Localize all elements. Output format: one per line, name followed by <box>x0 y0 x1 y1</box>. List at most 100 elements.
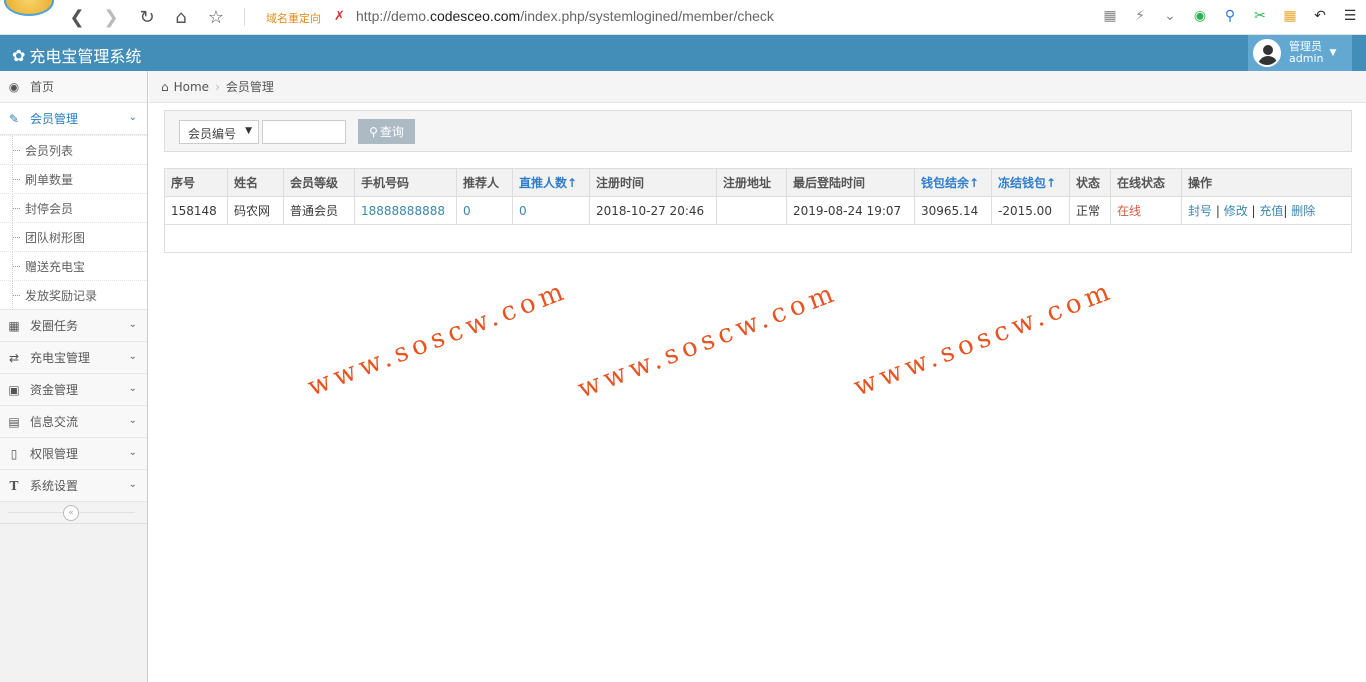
edit-icon: ✎ <box>8 111 20 126</box>
chevron-down-icon: ⌄ <box>128 479 137 490</box>
app-brand[interactable]: ✿ 充电宝管理系统 <box>12 43 141 67</box>
user-name: admin <box>1289 52 1324 65</box>
address-bar[interactable]: http://demo.codesceo.com/index.php/syste… <box>356 8 774 24</box>
table-row-empty <box>164 224 1352 253</box>
qr-icon[interactable]: ▦ <box>1100 6 1120 26</box>
shuffle-icon: ⇄ <box>8 350 20 365</box>
sidebar-item-label: 会员管理 <box>30 112 79 126</box>
forward-icon[interactable]: ❯ <box>100 6 122 28</box>
chevron-down-icon: ⌄ <box>128 319 137 330</box>
col-last-login: 最后登陆时间 <box>786 168 915 197</box>
calendar-icon: ▣ <box>8 382 20 397</box>
chevron-down-icon: ⌄ <box>128 112 137 123</box>
search-field-select[interactable]: 会员编号 ▼ <box>179 120 259 144</box>
redirect-label: 域名重定向 <box>266 12 321 25</box>
breadcrumb-home[interactable]: Home <box>174 80 209 94</box>
dashboard-icon: ◉ <box>8 79 20 94</box>
breadcrumb-current: 会员管理 <box>225 80 274 94</box>
sidebar-item-permissions[interactable]: ▯ 权限管理 ⌄ <box>0 438 147 470</box>
apps-icon[interactable]: ▦ <box>1280 6 1300 26</box>
col-direct-count[interactable]: 直推人数↑ <box>512 168 590 197</box>
url-prefix: http://demo. <box>356 8 430 24</box>
translate-icon[interactable]: ◉ <box>1190 6 1210 26</box>
collapse-icon[interactable]: « <box>63 505 79 521</box>
col-frozen[interactable]: 冻结钱包↑ <box>991 168 1070 197</box>
list-icon: ▤ <box>8 414 20 429</box>
query-button[interactable]: ⚲ 查询 <box>358 119 415 144</box>
chevron-down-icon: ⌄ <box>128 351 137 362</box>
sidebar-item-powerbank[interactable]: ⇄ 充电宝管理 ⌄ <box>0 342 147 374</box>
home-icon: ⌂ <box>161 79 169 94</box>
cell-reg-time: 2018-10-27 20:46 <box>589 196 717 225</box>
submenu-item-order-count[interactable]: 刷单数量 <box>0 164 147 194</box>
bookmark-star-icon[interactable]: ☆ <box>205 6 227 28</box>
cell-id: 158148 <box>164 196 228 225</box>
empty-cell <box>164 224 1352 253</box>
book-icon: ▦ <box>8 318 20 333</box>
sidebar-item-finance[interactable]: ▣ 资金管理 ⌄ <box>0 374 147 406</box>
recharge-link[interactable]: 充值 <box>1259 204 1283 218</box>
user-info: 管理员 admin <box>1289 41 1323 65</box>
search-ext-icon[interactable]: ⚲ <box>1220 6 1240 26</box>
ban-link[interactable]: 封号 <box>1188 204 1212 218</box>
sidebar-item-label: 资金管理 <box>30 383 79 397</box>
watermark-text: www.soscw.com <box>288 264 588 414</box>
cell-reg-addr <box>716 196 787 225</box>
submenu-item-gift[interactable]: 赠送充电宝 <box>0 251 147 281</box>
member-table: 序号 姓名 会员等级 手机号码 推荐人 直推人数↑ 注册时间 注册地址 最后登陆… <box>164 168 1352 253</box>
col-level: 会员等级 <box>283 168 355 197</box>
direct-count-link[interactable]: 0 <box>519 204 527 218</box>
undo-icon[interactable]: ↶ <box>1310 6 1330 26</box>
chevron-right-icon: › <box>215 79 220 94</box>
delete-link[interactable]: 删除 <box>1291 204 1315 218</box>
home-icon[interactable]: ⌂ <box>170 6 192 28</box>
sidebar-item-home[interactable]: ◉ 首页 <box>0 71 147 103</box>
sidebar-item-label: 权限管理 <box>30 447 79 461</box>
submenu-item-rewards[interactable]: 发放奖励记录 <box>0 280 147 310</box>
col-phone: 手机号码 <box>354 168 457 197</box>
search-panel: 会员编号 ▼ ⚲ 查询 <box>164 110 1352 152</box>
col-id: 序号 <box>164 168 228 197</box>
sidebar-item-label: 充电宝管理 <box>30 351 91 365</box>
cell-phone: 18888888888 <box>354 196 457 225</box>
breadcrumb: ⌂ Home › 会员管理 <box>149 71 1366 103</box>
submenu-item-banned[interactable]: 封停会员 <box>0 193 147 223</box>
text-icon: T <box>9 478 19 493</box>
avatar <box>1253 39 1281 67</box>
search-input[interactable] <box>262 120 346 144</box>
reload-icon[interactable]: ↻ <box>136 6 158 28</box>
cell-level: 普通会员 <box>283 196 355 225</box>
sidebar-item-tasks[interactable]: ▦ 发圈任务 ⌄ <box>0 310 147 342</box>
back-icon[interactable]: ❮ <box>66 6 88 28</box>
cell-name: 码农网 <box>227 196 284 225</box>
dropdown-icon[interactable]: ⌄ <box>1160 6 1180 26</box>
divider <box>244 8 245 26</box>
col-status: 状态 <box>1069 168 1111 197</box>
select-value: 会员编号 <box>188 127 237 141</box>
col-reg-time: 注册时间 <box>589 168 717 197</box>
menu-icon[interactable]: ☰ <box>1340 6 1360 26</box>
col-wallet[interactable]: 钱包结余↑ <box>914 168 992 197</box>
sidebar-item-messages[interactable]: ▤ 信息交流 ⌄ <box>0 406 147 438</box>
scissors-icon[interactable]: ✂ <box>1250 6 1270 26</box>
submenu-item-member-list[interactable]: 会员列表 <box>0 135 147 165</box>
sidebar-item-members[interactable]: ✎ 会员管理 ⌄ <box>0 103 147 135</box>
sidebar-item-label: 首页 <box>30 80 55 94</box>
cell-direct-count: 0 <box>512 196 590 225</box>
watermark-text: www.soscw.com <box>558 266 858 416</box>
phone-link[interactable]: 18888888888 <box>361 204 445 218</box>
lightning-icon[interactable]: ⚡ <box>1130 6 1150 26</box>
col-name: 姓名 <box>227 168 284 197</box>
submenu-members: 会员列表 刷单数量 封停会员 团队树形图 赠送充电宝 发放奖励记录 <box>0 135 147 310</box>
sidebar-item-settings[interactable]: T 系统设置 ⌄ <box>0 470 147 502</box>
edit-link[interactable]: 修改 <box>1224 204 1248 218</box>
sidebar-item-label: 信息交流 <box>30 415 79 429</box>
col-referrer: 推荐人 <box>456 168 513 197</box>
col-online: 在线状态 <box>1110 168 1182 197</box>
submenu-item-team-tree[interactable]: 团队树形图 <box>0 222 147 252</box>
user-menu[interactable]: 管理员 admin ▼ <box>1248 35 1352 71</box>
sidebar-collapse-row: « <box>0 502 147 524</box>
referrer-link[interactable]: 0 <box>463 204 471 218</box>
col-actions: 操作 <box>1181 168 1352 197</box>
chevron-down-icon: ⌄ <box>128 415 137 426</box>
